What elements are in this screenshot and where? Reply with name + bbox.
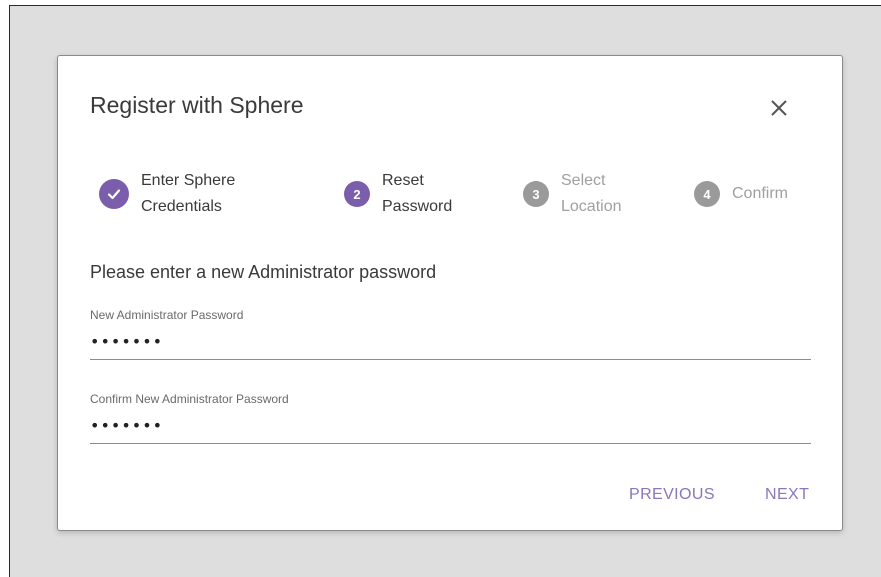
step-reset-password: 2 Reset Password bbox=[344, 170, 452, 218]
previous-button[interactable]: PREVIOUS bbox=[629, 486, 715, 504]
new-password-field: New Administrator Password bbox=[90, 308, 811, 360]
step-3-label: Select Location bbox=[561, 172, 622, 215]
step-confirm: 4 Confirm bbox=[694, 170, 788, 218]
step-1-indicator bbox=[99, 179, 129, 209]
confirm-password-label: Confirm New Administrator Password bbox=[90, 392, 289, 406]
step-4-label: Confirm bbox=[732, 185, 789, 202]
dialog-title: Register with Sphere bbox=[90, 92, 304, 118]
confirm-password-input[interactable] bbox=[90, 410, 811, 444]
new-password-label: New Administrator Password bbox=[90, 308, 244, 322]
step-2-label: Reset Password bbox=[382, 172, 453, 215]
new-password-input[interactable] bbox=[90, 326, 811, 360]
step-1-label: Enter Sphere Credentials bbox=[141, 172, 236, 215]
step-2-indicator: 2 bbox=[344, 181, 370, 207]
close-button[interactable] bbox=[765, 94, 793, 122]
register-dialog: Register with Sphere Enter Sphere Creden… bbox=[57, 55, 843, 531]
step-3-indicator: 3 bbox=[523, 181, 549, 207]
confirm-password-field: Confirm New Administrator Password bbox=[90, 392, 811, 444]
check-icon bbox=[107, 189, 121, 200]
next-button[interactable]: NEXT bbox=[765, 486, 809, 504]
form-instruction: Please enter a new Administrator passwor… bbox=[90, 262, 437, 282]
step-enter-credentials: Enter Sphere Credentials bbox=[99, 170, 235, 218]
close-icon bbox=[771, 100, 787, 116]
step-select-location: 3 Select Location bbox=[523, 170, 622, 218]
step-4-indicator: 4 bbox=[694, 181, 720, 207]
